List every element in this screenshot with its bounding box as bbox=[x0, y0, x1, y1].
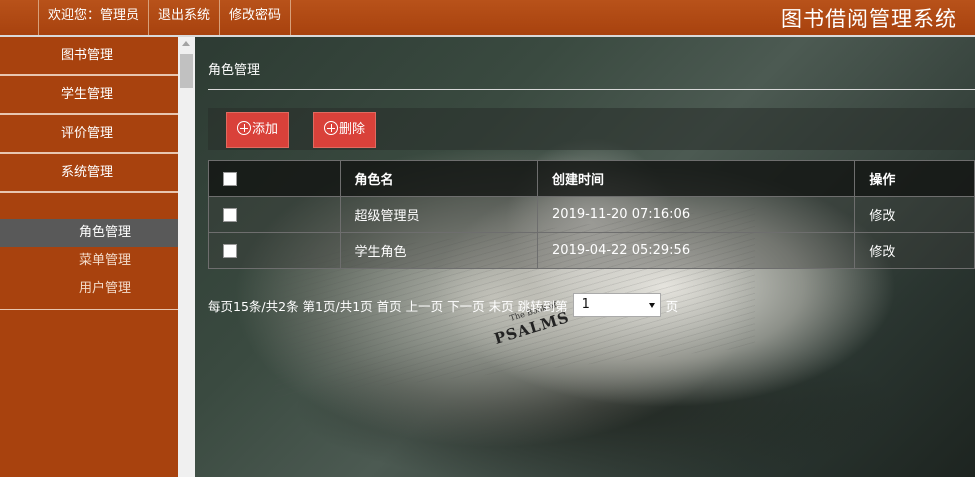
plus-circle-icon bbox=[237, 121, 251, 135]
logout-link[interactable]: 退出系统 bbox=[148, 0, 219, 35]
sidebar-item-system[interactable]: 系统管理 bbox=[0, 154, 178, 193]
sidebar-item-books[interactable]: 图书管理 bbox=[0, 37, 178, 76]
action-cell: 修改 bbox=[854, 232, 975, 269]
column-header-role-name: 角色名 bbox=[339, 160, 539, 197]
sidebar-scrollbar[interactable] bbox=[178, 37, 195, 477]
app-title: 图书借阅管理系统 bbox=[781, 7, 957, 31]
main-content: The Book of PSALMS 角色管理 添加 删除 角色名 创建时间 操… bbox=[195, 37, 975, 477]
created-time-cell: 2019-04-22 05:29:56 bbox=[537, 232, 856, 269]
top-bar: 欢迎您：管理员 退出系统 修改密码 图书借阅管理系统 bbox=[0, 0, 975, 37]
created-time-cell: 2019-11-20 07:16:06 bbox=[537, 196, 856, 233]
chevron-down-icon bbox=[648, 303, 655, 308]
sidebar-subitem-roles[interactable]: 角色管理 bbox=[0, 219, 178, 247]
scroll-thumb[interactable] bbox=[180, 54, 193, 88]
page-suffix: 页 bbox=[665, 298, 679, 314]
row-select-cell bbox=[208, 196, 341, 233]
welcome-text: 欢迎您：管理员 bbox=[38, 0, 148, 35]
page-select[interactable]: 1 bbox=[572, 293, 661, 317]
add-button[interactable]: 添加 bbox=[226, 112, 290, 148]
pagination: 每页15条/共2条 第1页/共1页 首页 上一页 下一页 末页 跳转到第 1 页 bbox=[208, 293, 678, 317]
sidebar-subitem-menus[interactable]: 菜单管理 bbox=[0, 247, 178, 275]
prev-page-link[interactable]: 上一页 bbox=[406, 296, 444, 315]
system-submenu: 角色管理 菜单管理 用户管理 bbox=[0, 193, 178, 310]
next-page-link[interactable]: 下一页 bbox=[447, 296, 485, 315]
toolbar: 添加 删除 bbox=[208, 108, 975, 150]
edit-link[interactable]: 修改 bbox=[869, 245, 895, 260]
page-title: 角色管理 bbox=[208, 63, 261, 78]
plus-circle-icon bbox=[324, 121, 338, 135]
role-name-cell: 超级管理员 bbox=[339, 196, 539, 233]
sidebar-item-students[interactable]: 学生管理 bbox=[0, 76, 178, 115]
row-checkbox[interactable] bbox=[223, 243, 237, 258]
scroll-up-arrow-icon[interactable] bbox=[182, 41, 190, 46]
row-select-cell bbox=[208, 232, 341, 269]
select-all-cell bbox=[208, 160, 341, 197]
role-name-cell: 学生角色 bbox=[339, 232, 539, 269]
action-cell: 修改 bbox=[854, 196, 975, 233]
first-page-link[interactable]: 首页 bbox=[377, 296, 402, 315]
row-checkbox[interactable] bbox=[223, 207, 237, 222]
edit-link[interactable]: 修改 bbox=[869, 209, 895, 224]
jump-label: 跳转到第 bbox=[517, 298, 568, 314]
header-divider bbox=[208, 89, 975, 90]
sidebar-subitem-users[interactable]: 用户管理 bbox=[0, 275, 178, 303]
table-row: 学生角色 2019-04-22 05:29:56 修改 bbox=[208, 232, 975, 269]
table-header-row: 角色名 创建时间 操作 bbox=[208, 160, 975, 197]
column-header-actions: 操作 bbox=[854, 160, 975, 197]
change-password-link[interactable]: 修改密码 bbox=[219, 0, 292, 35]
delete-button[interactable]: 删除 bbox=[313, 112, 377, 148]
page-select-value: 1 bbox=[581, 297, 590, 312]
sidebar-item-reviews[interactable]: 评价管理 bbox=[0, 115, 178, 154]
table-row: 超级管理员 2019-11-20 07:16:06 修改 bbox=[208, 196, 975, 233]
add-button-label: 添加 bbox=[252, 122, 279, 137]
pagination-summary: 每页15条/共2条 第1页/共1页 bbox=[208, 298, 373, 314]
delete-button-label: 删除 bbox=[339, 122, 366, 137]
roles-table: 角色名 创建时间 操作 超级管理员 2019-11-20 07:16:06 修改… bbox=[208, 160, 975, 269]
column-header-created-time: 创建时间 bbox=[537, 160, 856, 197]
last-page-link[interactable]: 末页 bbox=[489, 296, 514, 315]
select-all-checkbox[interactable] bbox=[223, 171, 237, 186]
top-links: 欢迎您：管理员 退出系统 修改密码 bbox=[38, 0, 292, 35]
sidebar: 图书管理 学生管理 评价管理 系统管理 角色管理 菜单管理 用户管理 bbox=[0, 37, 178, 477]
